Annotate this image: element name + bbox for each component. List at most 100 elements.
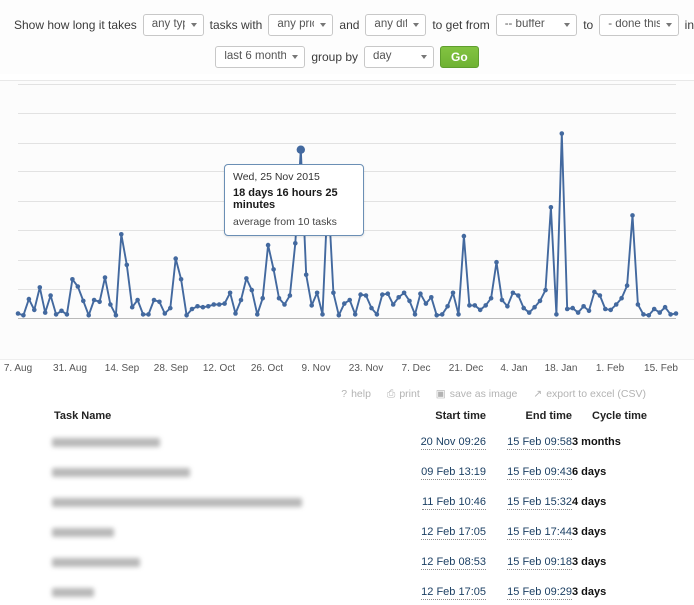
chart-data-point[interactable] xyxy=(624,283,630,288)
table-row[interactable]: 09 Feb 13:19 15 Feb 09:43 6 days xyxy=(52,466,692,496)
chart-data-point[interactable] xyxy=(129,304,135,310)
chart-data-point[interactable] xyxy=(15,311,21,316)
chart-data-point[interactable] xyxy=(548,205,554,210)
chart-data-point[interactable] xyxy=(64,312,70,317)
cell-start-time-value[interactable]: 12 Feb 17:05 xyxy=(421,586,486,600)
chart-data-point[interactable] xyxy=(81,298,86,304)
column-header-task-name[interactable]: Task Name xyxy=(52,410,400,436)
cell-end-time[interactable]: 15 Feb 17:44 xyxy=(486,526,572,556)
chart-data-point[interactable] xyxy=(331,290,336,296)
chart-data-point[interactable] xyxy=(630,213,635,218)
chart-data-point[interactable] xyxy=(586,308,592,314)
cell-task-name[interactable] xyxy=(52,556,400,586)
chart-data-point[interactable] xyxy=(48,293,53,298)
chart-data-point[interactable] xyxy=(646,313,652,318)
chart-data-point[interactable] xyxy=(554,312,559,317)
table-row[interactable]: 20 Nov 09:26 15 Feb 09:58 3 months xyxy=(52,436,692,466)
cell-end-time-value[interactable]: 15 Feb 09:58 xyxy=(507,436,572,450)
cell-start-time-value[interactable]: 09 Feb 13:19 xyxy=(421,466,486,480)
chart-data-point[interactable] xyxy=(385,291,391,296)
chart-data-point[interactable] xyxy=(352,312,358,317)
cell-end-time-value[interactable]: 15 Feb 15:32 xyxy=(507,496,572,510)
cell-start-time[interactable]: 12 Feb 08:53 xyxy=(400,556,486,586)
chart-data-point[interactable] xyxy=(488,295,494,301)
chart-data-point[interactable] xyxy=(37,285,43,290)
chart-data-point[interactable] xyxy=(124,262,130,268)
chart-data-point[interactable] xyxy=(157,299,162,305)
chart-data-point[interactable] xyxy=(244,276,249,281)
cell-task-name[interactable] xyxy=(52,496,400,526)
chart-data-point[interactable] xyxy=(668,312,673,317)
go-button[interactable]: Go xyxy=(440,46,479,68)
chart-data-point[interactable] xyxy=(303,272,309,278)
chart-data-point[interactable] xyxy=(543,287,548,293)
chart-data-point[interactable] xyxy=(483,303,489,308)
column-header-start-time[interactable]: Start time xyxy=(400,410,486,436)
chart-data-point[interactable] xyxy=(200,304,206,310)
chart-data-point[interactable] xyxy=(162,311,168,316)
difficulty-select[interactable]: any difficult xyxy=(365,14,427,36)
task-type-select[interactable]: any type of xyxy=(142,14,204,36)
cell-start-time[interactable]: 12 Feb 17:05 xyxy=(400,526,486,556)
chart-data-point[interactable] xyxy=(53,312,59,317)
chart-data-point[interactable] xyxy=(641,312,646,317)
from-state-select[interactable]: -- buffer xyxy=(495,14,578,36)
chart-data-point[interactable] xyxy=(581,304,586,309)
chart-data-point[interactable] xyxy=(505,304,510,309)
action-export-link[interactable]: ↗ export to excel (CSV) xyxy=(533,388,646,400)
cell-start-time-value[interactable]: 11 Feb 10:46 xyxy=(421,496,486,510)
chart-data-point[interactable] xyxy=(42,310,48,315)
chart-data-point[interactable] xyxy=(184,313,189,318)
chart-data-point[interactable] xyxy=(320,312,325,317)
chart-data-point[interactable] xyxy=(472,303,478,308)
chart-data-point[interactable] xyxy=(499,297,505,303)
chart-data-point[interactable] xyxy=(238,297,244,303)
cycle-time-chart[interactable]: Wed, 25 Nov 2015 18 days 16 hours 25 min… xyxy=(0,80,694,360)
cell-end-time[interactable]: 15 Feb 09:18 xyxy=(486,556,572,586)
cell-end-time[interactable]: 15 Feb 15:32 xyxy=(486,496,572,526)
chart-data-point[interactable] xyxy=(570,305,575,311)
chart-data-point[interactable] xyxy=(206,304,211,309)
chart-data-point[interactable] xyxy=(178,277,184,282)
chart-data-point[interactable] xyxy=(91,297,97,303)
chart-data-point[interactable] xyxy=(445,304,450,309)
chart-data-point[interactable] xyxy=(296,145,305,154)
chart-data-point[interactable] xyxy=(412,312,418,317)
chart-data-point[interactable] xyxy=(429,295,434,300)
action-print-link[interactable]: ⎙ print xyxy=(387,388,420,400)
chart-data-point[interactable] xyxy=(418,291,423,296)
chart-data-point[interactable] xyxy=(407,298,412,304)
chart-data-point[interactable] xyxy=(380,292,385,297)
cell-start-time[interactable]: 09 Feb 13:19 xyxy=(400,466,486,496)
chart-data-point[interactable] xyxy=(287,293,293,298)
group-by-select[interactable]: day xyxy=(364,46,435,68)
chart-data-point[interactable] xyxy=(434,313,440,318)
chart-data-point[interactable] xyxy=(21,313,26,318)
chart-data-point[interactable] xyxy=(151,297,157,303)
chart-data-point[interactable] xyxy=(189,306,195,312)
priority-select[interactable]: any priority xyxy=(268,14,334,36)
chart-data-point[interactable] xyxy=(477,307,483,313)
chart-data-point[interactable] xyxy=(401,290,407,296)
chart-data-point[interactable] xyxy=(516,293,521,298)
chart-data-point[interactable] xyxy=(168,305,173,311)
chart-data-point[interactable] xyxy=(390,302,396,307)
chart-data-point[interactable] xyxy=(423,301,429,306)
action-help-link[interactable]: ? help xyxy=(341,388,371,400)
to-state-select[interactable]: - done this week xyxy=(599,14,679,36)
chart-data-point[interactable] xyxy=(521,305,526,311)
chart-data-point[interactable] xyxy=(113,313,119,318)
chart-data-point[interactable] xyxy=(673,311,679,316)
cell-start-time[interactable]: 20 Nov 09:26 xyxy=(400,436,486,466)
chart-data-point[interactable] xyxy=(532,304,537,310)
cell-start-time-value[interactable]: 12 Feb 17:05 xyxy=(421,526,486,540)
chart-data-point[interactable] xyxy=(86,313,91,318)
cell-end-time[interactable]: 15 Feb 09:43 xyxy=(486,466,572,496)
cell-task-name[interactable] xyxy=(52,586,400,605)
chart-data-point[interactable] xyxy=(651,306,657,312)
chart-data-point[interactable] xyxy=(439,312,445,317)
chart-data-point[interactable] xyxy=(222,301,227,306)
chart-data-point[interactable] xyxy=(276,295,282,301)
chart-data-point[interactable] xyxy=(135,297,140,303)
chart-data-point[interactable] xyxy=(146,312,151,317)
